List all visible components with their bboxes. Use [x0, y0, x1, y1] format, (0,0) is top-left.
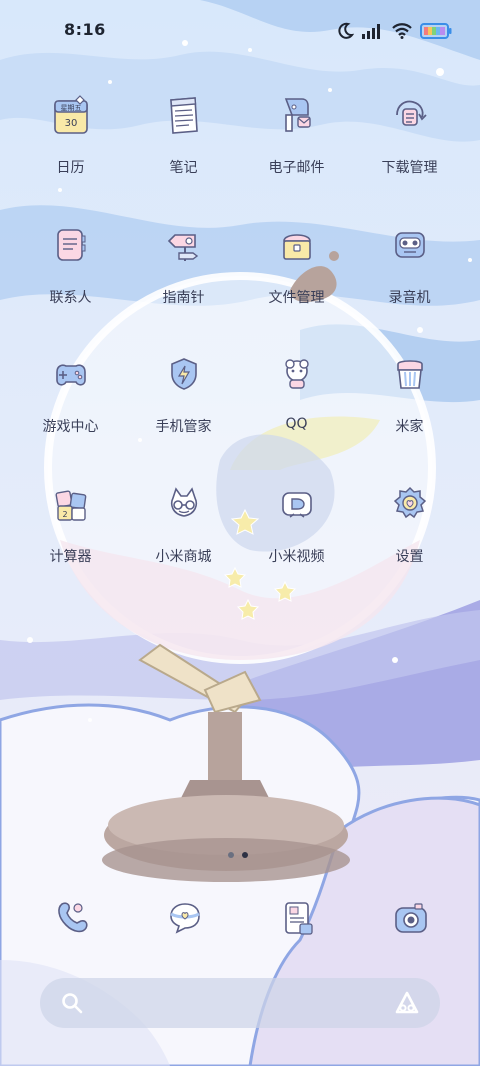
search-icon [62, 993, 83, 1014]
app-label: 下载管理 [381, 160, 438, 176]
app-notes[interactable]: 笔记 [127, 95, 240, 195]
calendar-icon: 星期五 30 [54, 95, 88, 134]
app-label: 小米商城 [155, 549, 212, 565]
file-manager-icon [283, 234, 311, 260]
browser-icon[interactable] [278, 898, 318, 938]
settings-icon [393, 486, 427, 519]
app-label: 电子邮件 [268, 160, 325, 176]
app-download-manager[interactable]: 下载管理 [353, 95, 466, 195]
messages-icon[interactable] [165, 898, 205, 938]
camera-icon[interactable] [391, 898, 431, 938]
svg-text:30: 30 [65, 118, 78, 129]
qq-icon [285, 359, 309, 389]
app-label: QQ [285, 416, 308, 432]
app-game-center[interactable]: 游戏中心 [14, 354, 127, 454]
app-label: 米家 [395, 419, 424, 435]
app-label: 录音机 [388, 290, 431, 306]
cellular-signal-icon [362, 24, 380, 39]
status-bar: 8:16 [0, 0, 480, 62]
page-dot[interactable] [228, 852, 234, 858]
status-time: 8:16 [64, 20, 106, 39]
game-center-icon [56, 364, 86, 386]
mi-store-icon [170, 487, 198, 517]
app-security[interactable]: 手机管家 [127, 354, 240, 454]
app-label: 手机管家 [155, 419, 212, 435]
calculator-icon: 2 [55, 490, 87, 521]
app-label: 游戏中心 [42, 419, 99, 435]
app-email[interactable]: 电子邮件 [240, 95, 353, 195]
app-label: 小米视频 [268, 549, 325, 565]
security-icon [171, 358, 197, 390]
contacts-icon [57, 229, 86, 261]
app-compass[interactable]: 指南针 [127, 225, 240, 325]
app-settings[interactable]: 设置 [353, 484, 466, 584]
app-label: 计算器 [49, 549, 92, 565]
page-indicator [228, 852, 248, 858]
app-file-manager[interactable]: 文件管理 [240, 225, 353, 325]
svg-text:2: 2 [62, 510, 67, 519]
mi-video-icon [282, 492, 312, 518]
app-label: 设置 [395, 549, 424, 565]
search-bar[interactable] [40, 978, 440, 1028]
page-dot-active[interactable] [242, 852, 248, 858]
app-contacts[interactable]: 联系人 [14, 225, 127, 325]
phone-icon[interactable] [52, 898, 92, 938]
notes-icon [170, 97, 198, 134]
app-mi-video[interactable]: 小米视频 [240, 484, 353, 584]
download-manager-icon [396, 100, 427, 126]
app-calendar[interactable]: 星期五 30 日历 [14, 95, 127, 195]
app-qq[interactable]: QQ [240, 354, 353, 454]
battery-icon [420, 23, 452, 39]
mijia-icon [397, 360, 423, 389]
dock [14, 898, 466, 942]
app-label: 指南针 [162, 290, 205, 306]
wifi-icon [392, 23, 412, 39]
app-label: 日历 [56, 160, 85, 176]
app-mi-store[interactable]: 小米商城 [127, 484, 240, 584]
app-calculator[interactable]: 2 计算器 [14, 484, 127, 584]
assistant-icon[interactable] [394, 990, 420, 1016]
app-mijia[interactable]: 米家 [353, 354, 466, 454]
do-not-disturb-icon [338, 22, 354, 39]
compass-icon [167, 234, 199, 261]
app-label: 联系人 [49, 290, 92, 306]
svg-text:星期五: 星期五 [61, 104, 82, 112]
email-icon [284, 98, 311, 132]
recorder-icon [395, 232, 425, 258]
app-label: 笔记 [169, 160, 198, 176]
app-recorder[interactable]: 录音机 [353, 225, 466, 325]
app-label: 文件管理 [268, 290, 325, 306]
